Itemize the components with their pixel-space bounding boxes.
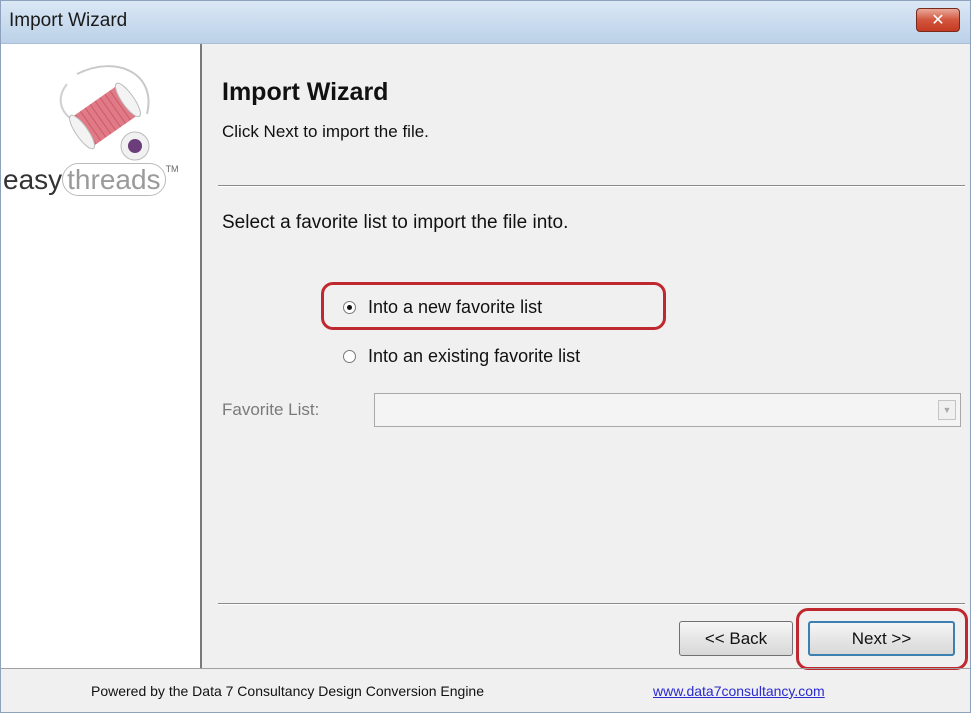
- title-bar[interactable]: Import Wizard ✕: [1, 1, 970, 44]
- logo-trademark: TM: [165, 164, 179, 174]
- favorite-list-label: Favorite List:: [222, 400, 320, 419]
- footer-divider: [218, 603, 965, 605]
- status-divider: [1, 668, 970, 669]
- footer-powered-by: Powered by the Data 7 Consultancy Design…: [91, 683, 485, 699]
- logo-word-easy: easy: [3, 164, 63, 195]
- header-divider: [218, 185, 965, 187]
- radio-label-new[interactable]: Into a new favorite list: [368, 297, 542, 318]
- close-button[interactable]: ✕: [916, 8, 960, 32]
- radio-button-checked[interactable]: [343, 300, 356, 314]
- instruction-text: Select a favorite list to import the fil…: [222, 212, 569, 233]
- close-icon: ✕: [931, 12, 945, 29]
- radio-button-unchecked[interactable]: [343, 349, 356, 363]
- easythreads-logo-text: easy threads TM: [3, 163, 179, 196]
- logo-word-threads: threads: [62, 163, 166, 196]
- footer-website-link[interactable]: www.data7consultancy.com: [653, 683, 825, 699]
- back-button[interactable]: << Back: [679, 621, 793, 656]
- window-title: Import Wizard: [9, 10, 128, 31]
- radio-existing-favorite-list[interactable]: Into an existing favorite list: [343, 344, 580, 368]
- next-button[interactable]: Next >>: [808, 621, 955, 656]
- radio-new-favorite-list[interactable]: Into a new favorite list: [343, 295, 542, 319]
- chevron-down-icon[interactable]: ▼: [938, 400, 956, 420]
- import-wizard-window: Import Wizard ✕ easy threads TM Import W…: [0, 0, 971, 713]
- sidebar-logo-panel: easy threads TM: [1, 44, 202, 668]
- page-title: Import Wizard: [222, 78, 389, 106]
- radio-label-existing[interactable]: Into an existing favorite list: [368, 346, 580, 367]
- favorite-list-dropdown[interactable]: ▼: [374, 393, 961, 427]
- page-subtitle: Click Next to import the file.: [222, 122, 429, 141]
